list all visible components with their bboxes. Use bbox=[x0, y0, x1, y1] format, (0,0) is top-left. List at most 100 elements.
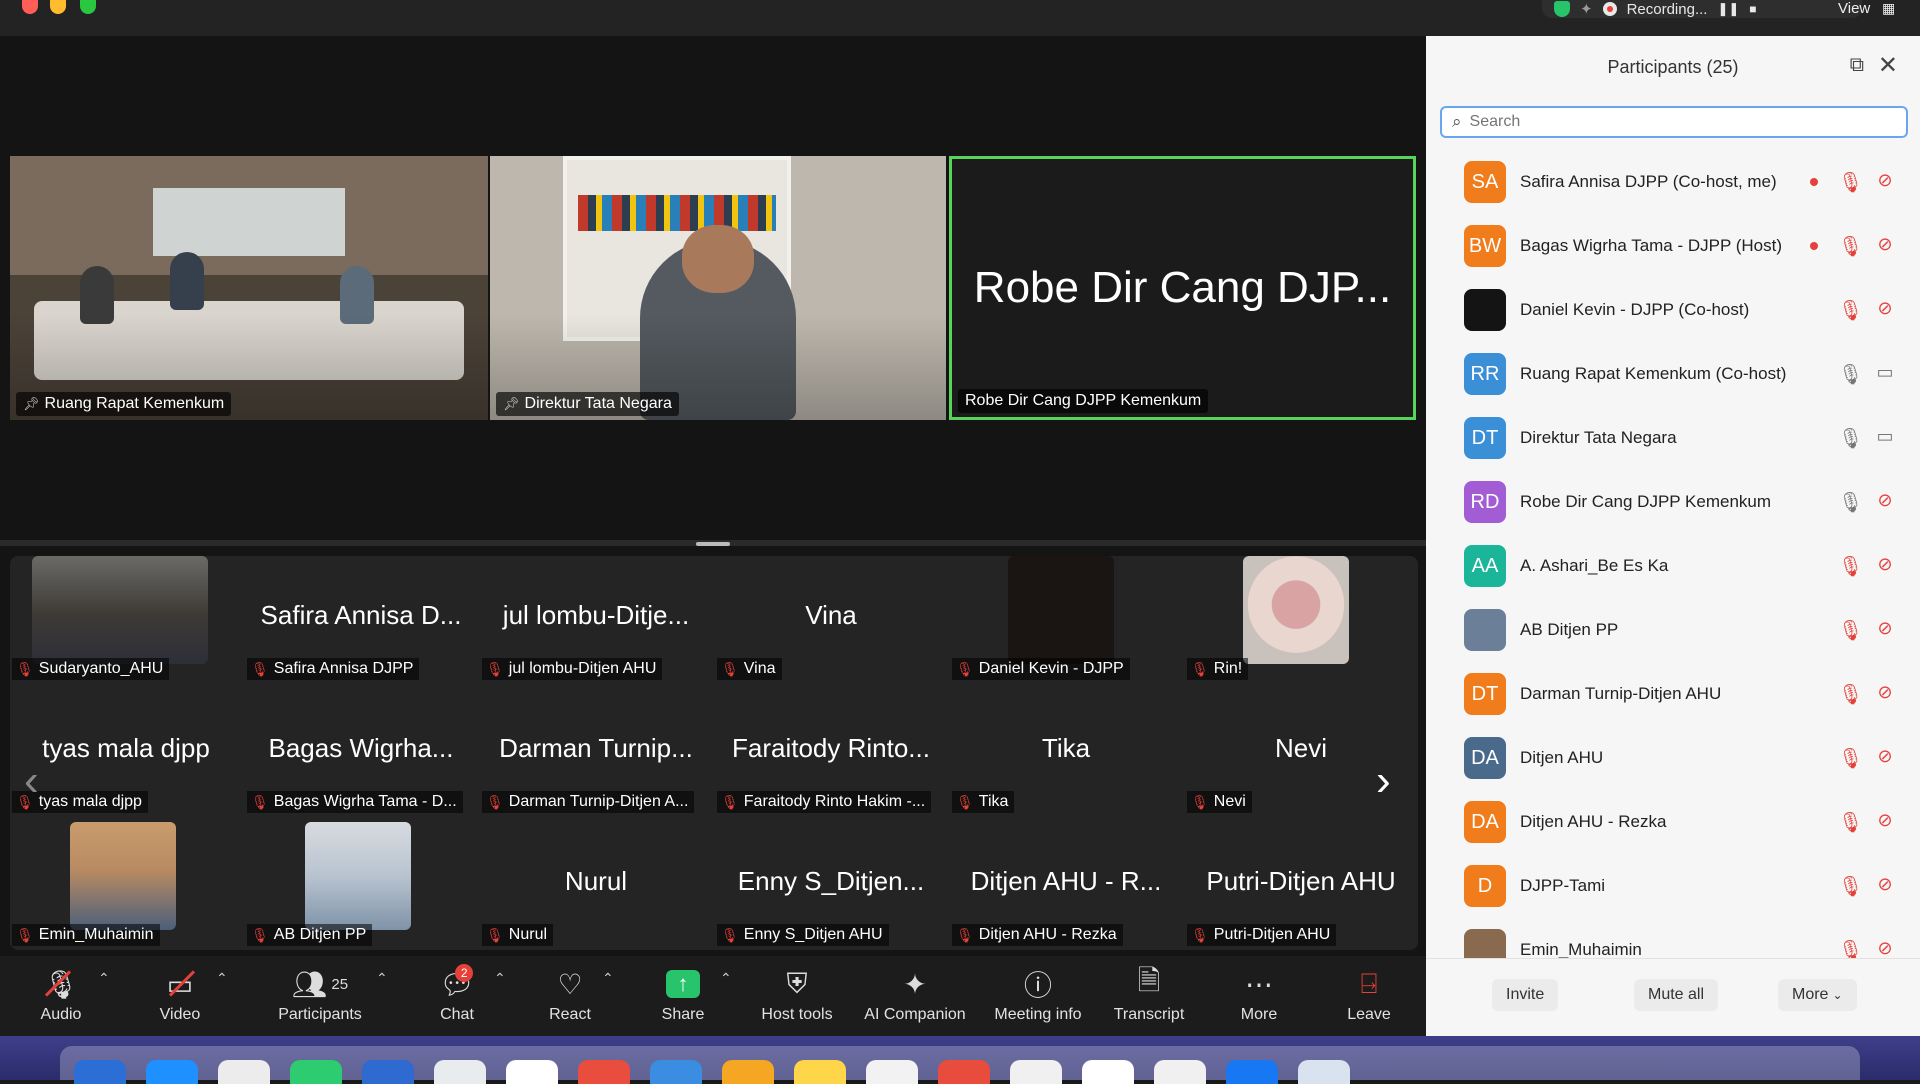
participant-row[interactable]: D DJPP-Tami 🎙︎ ⊘ bbox=[1426, 854, 1920, 918]
share-options-chevron-icon[interactable]: ⌃ bbox=[720, 970, 732, 987]
camera-off-icon[interactable]: ⊘ bbox=[1872, 746, 1898, 767]
dock-app-icon[interactable] bbox=[1298, 1060, 1350, 1084]
dock-app-icon[interactable] bbox=[1226, 1060, 1278, 1084]
participant-row[interactable]: DT Direktur Tata Negara 🎙︎ ▭ bbox=[1426, 406, 1920, 470]
camera-off-icon[interactable]: ⊘ bbox=[1872, 170, 1898, 191]
stop-recording-icon[interactable]: ■ bbox=[1749, 2, 1756, 16]
microphone-muted-icon[interactable]: 🎙︎ bbox=[1838, 874, 1863, 899]
close-icon[interactable]: ✕ bbox=[1878, 51, 1898, 80]
mute-all-button[interactable]: Mute all bbox=[1634, 979, 1719, 1011]
video-button[interactable]: ▭ Video bbox=[152, 956, 208, 1036]
camera-icon[interactable]: ▭ bbox=[1872, 426, 1898, 447]
gallery-tile[interactable]: Vina 🎙︎ Vina bbox=[715, 556, 947, 686]
dock-app-icon[interactable] bbox=[290, 1060, 342, 1084]
react-options-chevron-icon[interactable]: ⌃ bbox=[602, 970, 614, 987]
gallery-tile[interactable]: Tika 🎙︎ Tika bbox=[950, 689, 1182, 819]
camera-off-icon[interactable]: ⊘ bbox=[1872, 938, 1898, 958]
camera-off-icon[interactable]: ⊘ bbox=[1872, 298, 1898, 319]
participant-row[interactable]: DT Darman Turnip-Ditjen AHU 🎙︎ ⊘ bbox=[1426, 662, 1920, 726]
microphone-muted-icon[interactable]: 🎙︎ bbox=[1838, 938, 1863, 958]
chat-button[interactable]: 💬︎ 2 Chat bbox=[432, 956, 482, 1036]
gallery-tile[interactable]: Nurul 🎙︎ Nurul bbox=[480, 822, 712, 952]
microphone-muted-icon[interactable]: 🎙︎ bbox=[1838, 682, 1863, 707]
gallery-tile[interactable]: 🎙︎ Emin_Muhaimin bbox=[10, 822, 242, 952]
camera-off-icon[interactable]: ⊘ bbox=[1872, 554, 1898, 575]
leave-button[interactable]: ⍈ Leave bbox=[1346, 956, 1392, 1036]
dock-app-icon[interactable] bbox=[866, 1060, 918, 1084]
gallery-tile[interactable]: tyas mala djpp 🎙︎ tyas mala djpp bbox=[10, 689, 242, 819]
search-input[interactable] bbox=[1469, 113, 1870, 131]
participant-row[interactable]: AA A. Ashari_Be Es Ka 🎙︎ ⊘ bbox=[1426, 534, 1920, 598]
microphone-icon[interactable]: 🎙︎ bbox=[1838, 362, 1863, 387]
camera-off-icon[interactable]: ⊘ bbox=[1872, 810, 1898, 831]
window-maximize-button[interactable] bbox=[80, 0, 96, 14]
gallery-tile[interactable]: 🎙︎ AB Ditjen PP bbox=[245, 822, 477, 952]
video-tile-direktur[interactable]: 📌︎ Direktur Tata Negara bbox=[490, 156, 946, 420]
dock-app-icon[interactable] bbox=[722, 1060, 774, 1084]
dock-app-icon[interactable] bbox=[74, 1060, 126, 1084]
gallery-tile[interactable]: Ditjen AHU - R... 🎙︎ Ditjen AHU - Rezka bbox=[950, 822, 1182, 952]
microphone-muted-icon[interactable]: 🎙︎ bbox=[1838, 234, 1863, 259]
dock-app-icon[interactable] bbox=[578, 1060, 630, 1084]
camera-icon[interactable]: ▭ bbox=[1872, 362, 1898, 383]
more-options-button[interactable]: More ⌄ bbox=[1778, 979, 1857, 1011]
participant-row[interactable]: DA Ditjen AHU 🎙︎ ⊘ bbox=[1426, 726, 1920, 790]
dock-app-icon[interactable] bbox=[218, 1060, 270, 1084]
gallery-tile[interactable]: Darman Turnip... 🎙︎ Darman Turnip-Ditjen A… bbox=[480, 689, 712, 819]
gallery-tile[interactable]: Safira Annisa D... 🎙︎ Safira Annisa DJPP bbox=[245, 556, 477, 686]
video-tile-robe-active-speaker[interactable]: Robe Dir Cang DJP... Robe Dir Cang DJPP … bbox=[949, 156, 1416, 420]
meeting-info-button[interactable]: ⓘ Meeting info bbox=[990, 956, 1086, 1036]
microphone-icon[interactable]: 🎙︎ bbox=[1838, 426, 1863, 451]
dock-app-icon[interactable] bbox=[1010, 1060, 1062, 1084]
gallery-tile[interactable]: Enny S_Ditjen... 🎙︎ Enny S_Ditjen AHU bbox=[715, 822, 947, 952]
gallery-tile[interactable]: 🎙︎ Sudaryanto_AHU bbox=[10, 556, 242, 686]
camera-off-icon[interactable]: ⊘ bbox=[1872, 682, 1898, 703]
participants-options-chevron-icon[interactable]: ⌃ bbox=[376, 970, 388, 987]
audio-options-chevron-icon[interactable]: ⌃ bbox=[98, 970, 110, 987]
dock-app-icon[interactable] bbox=[1154, 1060, 1206, 1084]
gallery-tile[interactable]: 🎙︎ Rin! bbox=[1185, 556, 1417, 686]
camera-off-icon[interactable]: ⊘ bbox=[1872, 234, 1898, 255]
dock-app-icon[interactable] bbox=[650, 1060, 702, 1084]
participants-button[interactable]: 👥︎ 25 Participants bbox=[270, 956, 370, 1036]
grid-view-icon[interactable]: ▦ bbox=[1882, 0, 1895, 17]
dock-app-icon[interactable] bbox=[434, 1060, 486, 1084]
share-button[interactable]: ↑ Share bbox=[656, 956, 710, 1036]
participant-row[interactable]: SA Safira Annisa DJPP (Co-host, me) 🎙︎ ⊘ bbox=[1426, 150, 1920, 214]
dock-app-icon[interactable] bbox=[146, 1060, 198, 1084]
pause-recording-icon[interactable]: ❚❚ bbox=[1717, 1, 1739, 17]
dock-app-icon[interactable] bbox=[506, 1060, 558, 1084]
participant-row[interactable]: DA Ditjen AHU - Rezka 🎙︎ ⊘ bbox=[1426, 790, 1920, 854]
host-tools-button[interactable]: ⛨ Host tools bbox=[756, 956, 838, 1036]
gallery-tile[interactable]: Bagas Wigrha... 🎙︎ Bagas Wigrha Tama - D..… bbox=[245, 689, 477, 819]
next-page-icon[interactable]: › bbox=[1376, 756, 1391, 806]
participant-row[interactable]: Emin_Muhaimin 🎙︎ ⊘ bbox=[1426, 918, 1920, 958]
transcript-button[interactable]: 🗎︎ Transcript bbox=[1108, 956, 1190, 1036]
dock-app-icon[interactable] bbox=[1082, 1060, 1134, 1084]
camera-off-icon[interactable]: ⊘ bbox=[1872, 618, 1898, 639]
react-button[interactable]: ♡ React bbox=[544, 956, 596, 1036]
microphone-muted-icon[interactable]: 🎙︎ bbox=[1838, 298, 1863, 323]
gallery-tile[interactable]: Putri-Ditjen AHU 🎙︎ Putri-Ditjen AHU bbox=[1185, 822, 1417, 952]
video-options-chevron-icon[interactable]: ⌃ bbox=[216, 970, 228, 987]
participant-row[interactable]: Daniel Kevin - DJPP (Co-host) 🎙︎ ⊘ bbox=[1426, 278, 1920, 342]
resize-handle[interactable] bbox=[696, 542, 730, 546]
participant-row[interactable]: BW Bagas Wigrha Tama - DJPP (Host) 🎙︎ ⊘ bbox=[1426, 214, 1920, 278]
audio-button[interactable]: 🎙︎ Audio bbox=[36, 956, 86, 1036]
participant-row[interactable]: AB Ditjen PP 🎙︎ ⊘ bbox=[1426, 598, 1920, 662]
microphone-muted-icon[interactable]: 🎙︎ bbox=[1838, 810, 1863, 835]
invite-button[interactable]: Invite bbox=[1492, 979, 1559, 1011]
dock-app-icon[interactable] bbox=[362, 1060, 414, 1084]
gallery-tile[interactable]: Faraitody Rinto... 🎙︎ Faraitody Rinto Haki… bbox=[715, 689, 947, 819]
ai-companion-button[interactable]: ✦ AI Companion bbox=[856, 956, 974, 1036]
dock-app-icon[interactable] bbox=[794, 1060, 846, 1084]
microphone-icon[interactable]: 🎙︎ bbox=[1838, 490, 1863, 515]
gallery-tile[interactable]: 🎙︎ Daniel Kevin - DJPP bbox=[950, 556, 1182, 686]
gallery-tile[interactable]: jul lombu-Ditje... 🎙︎ jul lombu-Ditjen AHU bbox=[480, 556, 712, 686]
more-button[interactable]: ⋯ More bbox=[1234, 956, 1284, 1036]
participant-row[interactable]: RD Robe Dir Cang DJPP Kemenkum 🎙︎ ⊘ bbox=[1426, 470, 1920, 534]
previous-page-icon[interactable]: ‹ bbox=[24, 756, 39, 806]
participant-row[interactable]: RR Ruang Rapat Kemenkum (Co-host) 🎙︎ ▭ bbox=[1426, 342, 1920, 406]
recording-indicator[interactable]: ✦ Recording... ❚❚ ■ bbox=[1542, 0, 1862, 18]
view-button[interactable]: View bbox=[1838, 0, 1870, 17]
